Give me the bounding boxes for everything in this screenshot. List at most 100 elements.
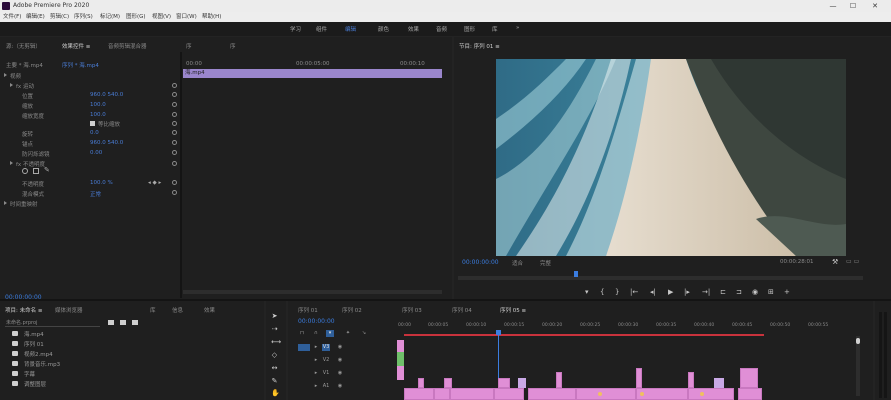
program-video-frame[interactable]: [496, 59, 846, 256]
wrench-timeline-icon[interactable]: ↘: [360, 330, 368, 337]
pen-tool-icon[interactable]: ✎: [271, 378, 278, 385]
menu-marker[interactable]: 标记(M): [100, 12, 120, 22]
track-toggle-v1b[interactable]: ▸: [312, 370, 320, 377]
program-scrubber[interactable]: [458, 276, 863, 280]
prop-position-value[interactable]: 960.0 540.0: [90, 92, 123, 98]
fit-dropdown[interactable]: 适合: [512, 259, 523, 267]
tab-program-monitor[interactable]: 节目: 序列 01 ≡: [459, 42, 500, 50]
audio-clip[interactable]: [450, 388, 494, 400]
reset-opacity-icon[interactable]: [172, 180, 177, 185]
reset-anchor-icon[interactable]: [172, 140, 177, 145]
ellipse-mask-icon[interactable]: [22, 168, 28, 174]
workspace-effects[interactable]: 效果: [408, 25, 419, 33]
tab-info[interactable]: 信息: [172, 306, 183, 314]
menu-help[interactable]: 帮助(H): [202, 12, 221, 22]
tab-sequence-05[interactable]: 序列 05 ≡: [500, 306, 526, 314]
tab-sequence-03[interactable]: 序列 03: [402, 306, 422, 314]
mark-out-button[interactable]: }: [615, 289, 619, 296]
button-editor-button[interactable]: +: [784, 289, 790, 296]
tab-sequence-01[interactable]: 序列 01: [298, 306, 318, 314]
reset-rotation-icon[interactable]: [172, 130, 177, 135]
track-select-tool-icon[interactable]: ⇢: [271, 326, 278, 333]
audio-clip[interactable]: [576, 388, 636, 400]
effect-controls-clip-bar[interactable]: [183, 69, 442, 78]
eye-icon[interactable]: ◉: [336, 357, 344, 364]
reset-opacity-group-icon[interactable]: [172, 161, 177, 166]
track-label-v3[interactable]: V3: [322, 344, 330, 351]
rectangle-mask-icon[interactable]: [33, 168, 39, 174]
timeline-vertical-scrollbar[interactable]: [856, 336, 860, 396]
menu-view[interactable]: 视图(V): [152, 12, 171, 22]
menu-graphics[interactable]: 图形(G): [126, 12, 146, 22]
track-label-v1[interactable]: V1: [322, 370, 330, 377]
new-item-icon[interactable]: [120, 320, 126, 325]
tab-timeline-1[interactable]: 序: [186, 42, 192, 50]
prop-scale-width-value[interactable]: 100.0: [90, 112, 106, 118]
tab-audio-clip-mixer[interactable]: 音频剪辑混合器: [108, 42, 147, 50]
track-label-v2[interactable]: V2: [322, 357, 330, 364]
step-back-button[interactable]: ◂|: [650, 289, 656, 296]
work-area-bar[interactable]: [404, 334, 764, 336]
timeline-clip[interactable]: [397, 340, 404, 352]
extract-button[interactable]: ⊐: [736, 289, 742, 296]
tab-effects[interactable]: 效果: [204, 306, 215, 314]
audio-clip[interactable]: [494, 388, 524, 400]
reset-scale-width-icon[interactable]: [172, 112, 177, 117]
workspace-editing[interactable]: 编辑: [345, 25, 356, 33]
tab-sequence-04[interactable]: 序列 04: [452, 306, 472, 314]
maximize-button[interactable]: ☐: [846, 0, 860, 12]
project-item[interactable]: 海.mp4: [24, 330, 44, 338]
lift-button[interactable]: ⊏: [720, 289, 726, 296]
settings-icon[interactable]: ▭ ▭: [846, 258, 859, 265]
export-frame-button[interactable]: ◉: [752, 289, 758, 296]
audio-clip[interactable]: [636, 368, 642, 388]
add-marker-button[interactable]: ▾: [585, 289, 589, 296]
tab-sequence-02[interactable]: 序列 02: [342, 306, 362, 314]
reset-uniform-icon[interactable]: [172, 121, 177, 126]
menu-window[interactable]: 窗口(W): [176, 12, 197, 22]
reset-anti-flicker-icon[interactable]: [172, 150, 177, 155]
audio-clip[interactable]: [528, 388, 576, 400]
effect-controls-scrollbar[interactable]: [183, 290, 442, 294]
go-to-in-button[interactable]: |←: [630, 289, 638, 296]
expand-motion-icon[interactable]: [10, 83, 13, 87]
track-target-v1[interactable]: [298, 344, 310, 351]
menu-edit[interactable]: 编辑(E): [26, 12, 45, 22]
reset-position-icon[interactable]: [172, 92, 177, 97]
workspace-color[interactable]: 颜色: [378, 25, 389, 33]
reset-motion-icon[interactable]: [172, 83, 177, 88]
program-timecode[interactable]: 00:00:00:00: [462, 259, 499, 266]
quality-dropdown[interactable]: 完整: [540, 259, 551, 267]
prop-opacity-value[interactable]: 100.0 %: [90, 180, 113, 186]
workspace-audio[interactable]: 音频: [436, 25, 447, 33]
track-toggle-v2[interactable]: ▸: [312, 357, 320, 364]
reset-scale-icon[interactable]: [172, 102, 177, 107]
prop-rotation-value[interactable]: 0.0: [90, 130, 99, 136]
video-clip[interactable]: [714, 378, 724, 388]
audio-clip[interactable]: [740, 368, 758, 388]
project-item[interactable]: 序列 01: [24, 340, 44, 348]
menu-file[interactable]: 文件(F): [3, 12, 21, 22]
tab-project[interactable]: 项目: 未命名 ≡: [5, 306, 42, 314]
track-label-a1[interactable]: A1: [322, 383, 330, 390]
audio-clip[interactable]: [404, 388, 434, 400]
hand-tool-icon[interactable]: ✋: [271, 390, 280, 397]
pen-mask-icon[interactable]: ✎: [44, 167, 51, 174]
add-marker-timeline-button[interactable]: ▾: [326, 330, 334, 337]
linked-selection-button[interactable]: ∩: [312, 330, 320, 337]
step-forward-button[interactable]: |▸: [684, 289, 690, 296]
timeline-clip[interactable]: [397, 366, 404, 380]
razor-tool-icon[interactable]: ◇: [271, 352, 278, 359]
timeline-clip[interactable]: [397, 352, 404, 366]
expand-video-icon[interactable]: [4, 73, 7, 77]
menu-sequence[interactable]: 序列(S): [74, 12, 93, 22]
workspace-graphics[interactable]: 图形: [464, 25, 475, 33]
reset-blend-icon[interactable]: [172, 190, 177, 195]
tab-libraries[interactable]: 库: [150, 306, 156, 314]
expand-time-remap-icon[interactable]: [4, 201, 7, 205]
audio-clip[interactable]: [434, 388, 450, 400]
project-item[interactable]: 视频2.mp4: [24, 350, 53, 358]
workspace-assembly[interactable]: 组件: [316, 25, 327, 33]
expand-opacity-icon[interactable]: [10, 161, 13, 165]
play-button[interactable]: ▶: [668, 289, 673, 296]
